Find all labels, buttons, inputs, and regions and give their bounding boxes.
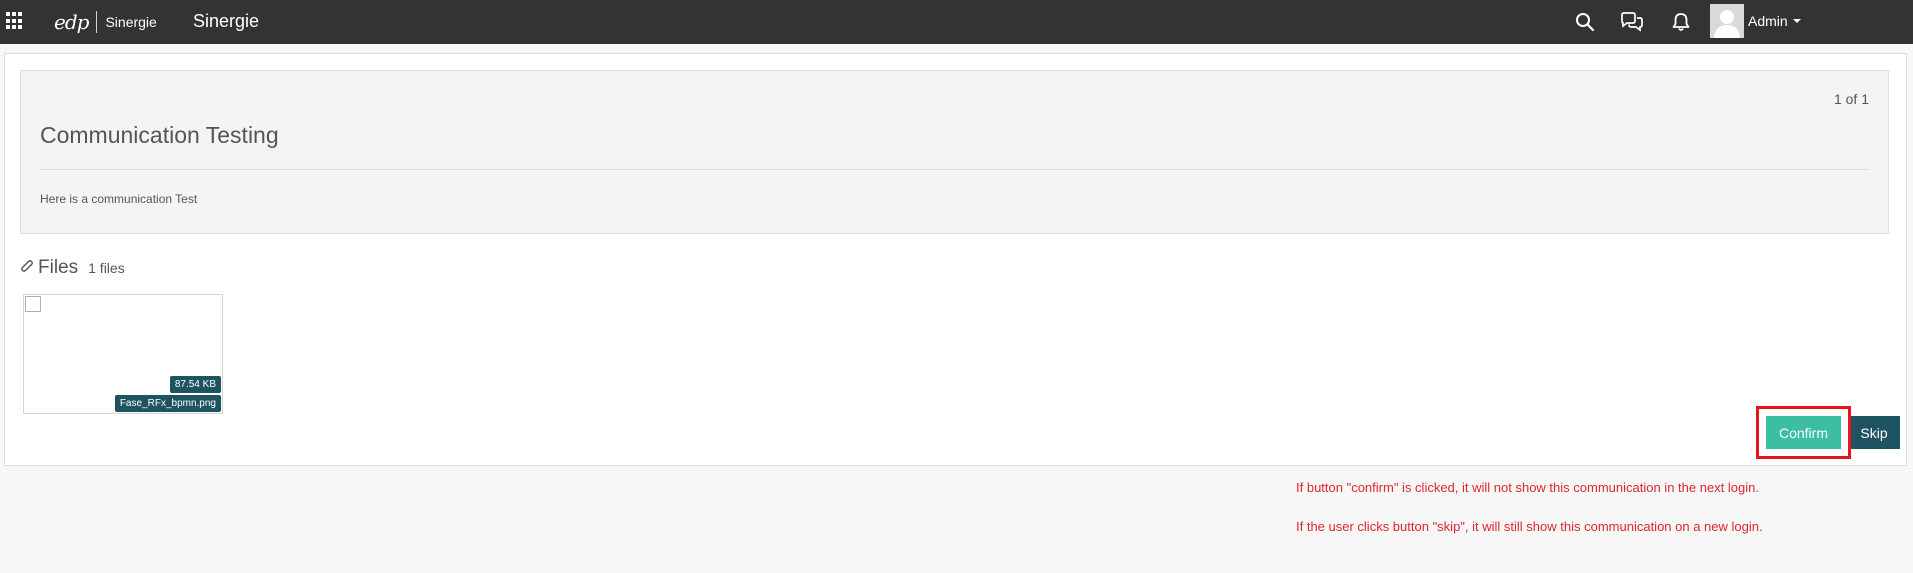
annotation-note-skip: If the user clicks button "skip", it wil… — [1296, 519, 1763, 534]
logo-product-name: Sinergie — [105, 14, 157, 30]
file-name-badge: Fase_RFx_bpmn.png — [114, 395, 221, 412]
paperclip-icon — [20, 259, 34, 280]
apps-grid-icon[interactable] — [6, 12, 24, 30]
user-avatar-icon[interactable] — [1710, 4, 1744, 38]
confirm-button[interactable]: Confirm — [1766, 416, 1841, 449]
annotation-note-confirm: If button "confirm" is clicked, it will … — [1296, 480, 1759, 495]
user-menu-toggle[interactable]: Admin — [1748, 13, 1801, 29]
edp-sinergie-logo[interactable]: edp Sinergie — [54, 9, 157, 35]
communication-card: 1 of 1 Communication Testing Here is a c… — [20, 70, 1889, 234]
files-title: Files — [38, 257, 79, 278]
files-header: Files 1 files — [20, 257, 125, 279]
chat-icon[interactable] — [1620, 10, 1644, 34]
pagination-indicator: 1 of 1 — [1833, 91, 1869, 107]
skip-button[interactable]: Skip — [1848, 416, 1900, 449]
search-icon[interactable] — [1573, 10, 1597, 34]
logo-edp-mark: edp — [54, 11, 98, 33]
file-attachment-card[interactable]: 87.54 KB Fase_RFx_bpmn.png — [23, 294, 223, 414]
communication-title: Communication Testing — [40, 122, 279, 148]
broken-image-icon — [25, 296, 41, 312]
app-title: Sinergie — [193, 11, 260, 31]
files-count: 1 files — [88, 260, 125, 276]
caret-down-icon — [1792, 19, 1801, 23]
bell-icon[interactable] — [1669, 10, 1693, 34]
top-navigation-bar: edp Sinergie Sinergie Admin — [0, 0, 1913, 44]
communication-panel: 1 of 1 Communication Testing Here is a c… — [4, 53, 1907, 466]
file-size-badge: 87.54 KB — [169, 376, 221, 393]
divider — [40, 169, 1869, 170]
communication-body: Here is a communication Test — [40, 192, 198, 206]
user-name: Admin — [1748, 13, 1788, 29]
